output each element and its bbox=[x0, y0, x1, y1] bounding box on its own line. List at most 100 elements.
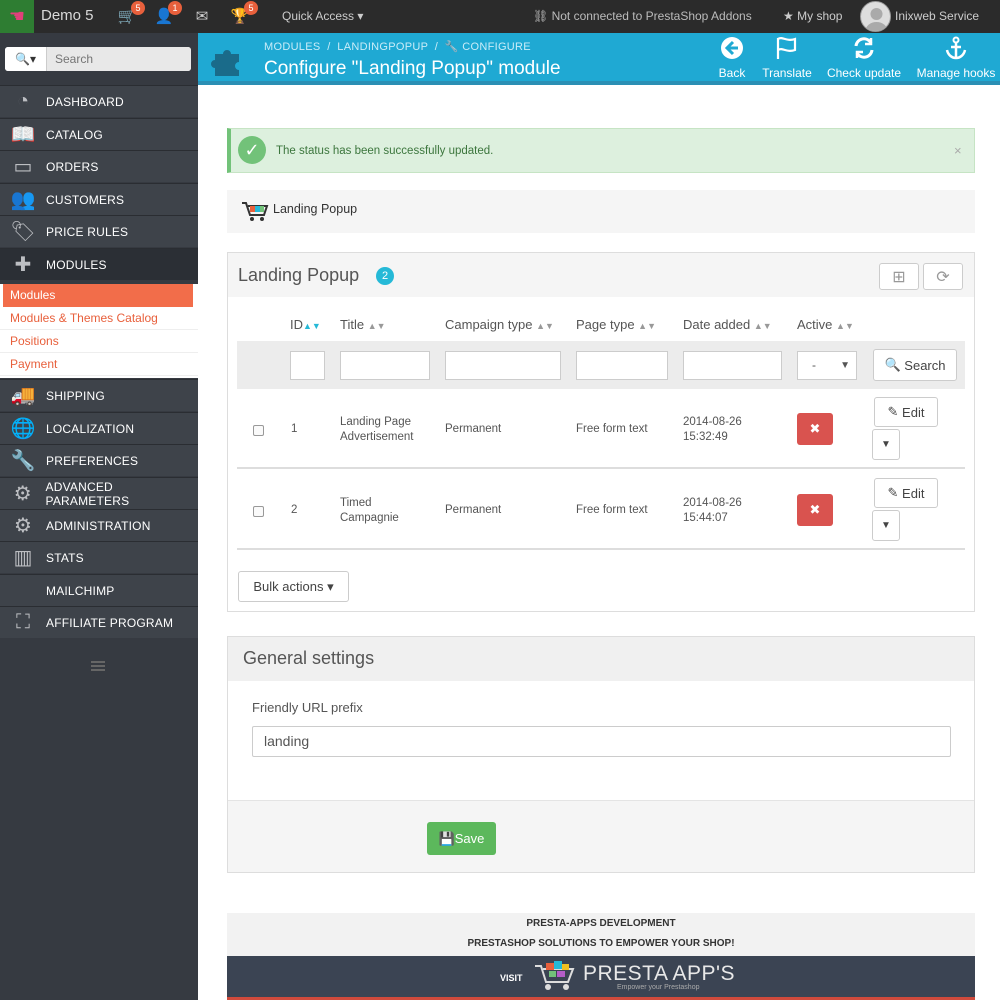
column-header-campaign-type[interactable]: Campaign type ▲▼ bbox=[445, 317, 554, 332]
sort-desc-icon[interactable]: ▼ bbox=[545, 321, 554, 331]
column-header-id[interactable]: ID▲▼ bbox=[290, 317, 321, 332]
general-settings-panel: General settings Friendly URL prefix lan… bbox=[227, 636, 975, 873]
row-checkbox[interactable] bbox=[253, 506, 264, 517]
refresh-list-button[interactable]: ⟳ bbox=[923, 263, 963, 290]
envelope-icon[interactable]: ✉ bbox=[191, 5, 213, 27]
cell-title-line1: Landing Page bbox=[340, 416, 411, 428]
column-header-date-added[interactable]: Date added ▲▼ bbox=[683, 317, 772, 332]
wrench-icon: 🔧 bbox=[444, 41, 459, 53]
submenu-item-modules-themes-catalog[interactable]: Modules & Themes Catalog bbox=[0, 307, 198, 330]
sort-desc-icon[interactable]: ▼ bbox=[377, 321, 386, 331]
back-button[interactable]: Back bbox=[714, 36, 750, 80]
cell-time: 15:44:07 bbox=[683, 512, 728, 524]
sidebar-item-modules[interactable]: ✚ MODULES bbox=[0, 248, 198, 280]
sidebar-item-price-rules[interactable]: 🏷 PRICE RULES bbox=[0, 215, 198, 247]
cart-icon[interactable]: 🛒 5 bbox=[116, 1, 145, 27]
customers-badge: 1 bbox=[168, 1, 182, 15]
add-new-button[interactable]: ⊞ bbox=[879, 263, 919, 290]
friendly-url-label: Friendly URL prefix bbox=[252, 700, 363, 715]
filter-id-input[interactable] bbox=[290, 351, 325, 380]
sidebar-item-label: CATALOG bbox=[46, 127, 103, 142]
check-update-button[interactable]: Check update bbox=[824, 36, 904, 80]
sidebar-item-label: SHIPPING bbox=[46, 388, 105, 403]
sort-asc-icon[interactable]: ▲ bbox=[536, 321, 545, 331]
close-icon[interactable]: × bbox=[954, 143, 962, 158]
search-input[interactable] bbox=[47, 47, 191, 71]
collapse-menu-icon[interactable] bbox=[91, 660, 105, 672]
user-icon[interactable]: 👤 1 bbox=[153, 1, 182, 27]
sort-desc-icon[interactable]: ▼ bbox=[845, 321, 854, 331]
breadcrumb-configure[interactable]: CONFIGURE bbox=[462, 41, 531, 53]
sidebar-item-administration[interactable]: ⚙ ADMINISTRATION bbox=[0, 509, 198, 541]
sort-asc-icon[interactable]: ▲ bbox=[368, 321, 377, 331]
save-button[interactable]: 💾 Save bbox=[427, 822, 496, 855]
bulk-actions-button[interactable]: Bulk actions ▾ bbox=[238, 571, 349, 602]
row-actions-dropdown[interactable]: ▼ bbox=[872, 429, 900, 460]
globe-icon: 🌐 bbox=[10, 418, 36, 440]
sort-asc-icon[interactable]: ▲ bbox=[754, 321, 763, 331]
sidebar-item-mailchimp[interactable]: MAILCHIMP bbox=[0, 574, 198, 606]
sidebar-item-catalog[interactable]: 📖 CATALOG bbox=[0, 118, 198, 150]
active-toggle-button[interactable]: ✖ bbox=[797, 413, 833, 445]
bulk-actions-label: Bulk actions bbox=[253, 579, 324, 594]
sort-desc-icon[interactable]: ▼ bbox=[312, 321, 321, 331]
row-actions-dropdown[interactable]: ▼ bbox=[872, 510, 900, 541]
search-scope-dropdown[interactable]: 🔍 ▾ bbox=[5, 47, 47, 71]
breadcrumb: MODULES / LANDINGPOPUP / 🔧 CONFIGURE bbox=[264, 41, 531, 53]
quick-access-dropdown[interactable]: Quick Access ▾ bbox=[282, 9, 363, 23]
sidebar-item-shipping[interactable]: 🚚 SHIPPING bbox=[0, 379, 198, 411]
prestashop-logo-icon[interactable]: ☚ bbox=[0, 0, 34, 33]
submenu-item-modules[interactable]: Modules bbox=[3, 284, 193, 307]
sort-asc-icon[interactable]: ▲ bbox=[303, 321, 312, 331]
search-button-label: Search bbox=[904, 357, 946, 373]
filter-active-select[interactable]: - ▼ bbox=[797, 351, 857, 380]
refresh-icon: ⟳ bbox=[936, 268, 950, 286]
sort-desc-icon[interactable]: ▼ bbox=[763, 321, 772, 331]
sort-desc-icon[interactable]: ▼ bbox=[647, 321, 656, 331]
sidebar-item-advanced-parameters[interactable]: ⚙ ADVANCED PARAMETERS bbox=[0, 477, 198, 509]
sidebar-item-orders[interactable]: ▭ ORDERS bbox=[0, 150, 198, 182]
sort-asc-icon[interactable]: ▲ bbox=[836, 321, 845, 331]
shop-name-link[interactable]: Demo 5 bbox=[41, 7, 94, 24]
sidebar-item-dashboard[interactable]: ◔ DASHBOARD bbox=[0, 85, 198, 117]
filter-campaign-input[interactable] bbox=[445, 351, 561, 380]
sidebar-item-localization[interactable]: 🌐 LOCALIZATION bbox=[0, 412, 198, 444]
filter-date-input[interactable] bbox=[683, 351, 782, 380]
sidebar-item-affiliate-program[interactable]: ⛶ AFFILIATE PROGRAM bbox=[0, 606, 198, 638]
trophy-icon[interactable]: 🏆 5 bbox=[229, 1, 258, 27]
sort-asc-icon[interactable]: ▲ bbox=[638, 321, 647, 331]
cell-id: 2 bbox=[291, 504, 298, 516]
friendly-url-input[interactable]: landing bbox=[252, 726, 951, 757]
submenu-item-payment[interactable]: Payment bbox=[0, 353, 198, 376]
breadcrumb-landingpopup[interactable]: LANDINGPOPUP bbox=[337, 41, 428, 53]
not-connected-label: Not connected to PrestaShop Addons bbox=[551, 9, 752, 23]
column-header-page-type[interactable]: Page type ▲▼ bbox=[576, 317, 656, 332]
module-info-bar: Landing Popup bbox=[227, 190, 975, 233]
employee-name[interactable]: Inixweb Service bbox=[895, 9, 979, 23]
filter-page-type-input[interactable] bbox=[576, 351, 668, 380]
column-header-title[interactable]: Title ▲▼ bbox=[340, 317, 386, 332]
row-checkbox[interactable] bbox=[253, 425, 264, 436]
sidebar-item-preferences[interactable]: 🔧 PREFERENCES bbox=[0, 444, 198, 476]
search-button[interactable]: 🔍 Search bbox=[873, 349, 957, 381]
sidebar-item-stats[interactable]: ▥ STATS bbox=[0, 541, 198, 573]
breadcrumb-modules[interactable]: MODULES bbox=[264, 41, 321, 53]
edit-button[interactable]: ✎ Edit bbox=[874, 397, 938, 427]
active-toggle-button[interactable]: ✖ bbox=[797, 494, 833, 526]
edit-button[interactable]: ✎ Edit bbox=[874, 478, 938, 508]
manage-hooks-button[interactable]: Manage hooks bbox=[914, 36, 998, 80]
translate-button[interactable]: Translate bbox=[760, 36, 814, 80]
submenu-item-positions[interactable]: Positions bbox=[0, 330, 198, 353]
cell-id: 1 bbox=[291, 423, 298, 435]
column-header-active[interactable]: Active ▲▼ bbox=[797, 317, 854, 332]
promo-band[interactable]: VISIT PRESTA APP'S Empower your Prestash… bbox=[227, 956, 975, 1000]
sidebar-item-customers[interactable]: 👥 CUSTOMERS bbox=[0, 183, 198, 215]
wrench-icon: 🔧 bbox=[10, 450, 36, 472]
back-label: Back bbox=[718, 66, 746, 80]
my-shop-link[interactable]: ★ My shop bbox=[783, 9, 842, 23]
check-update-label: Check update bbox=[826, 66, 902, 80]
promo-line2: PRESTASHOP SOLUTIONS TO EMPOWER YOUR SHO… bbox=[467, 938, 735, 949]
addons-connect-link[interactable]: ⛓ Not connected to PrestaShop Addons bbox=[533, 9, 752, 23]
avatar[interactable] bbox=[860, 1, 891, 32]
filter-title-input[interactable] bbox=[340, 351, 430, 380]
